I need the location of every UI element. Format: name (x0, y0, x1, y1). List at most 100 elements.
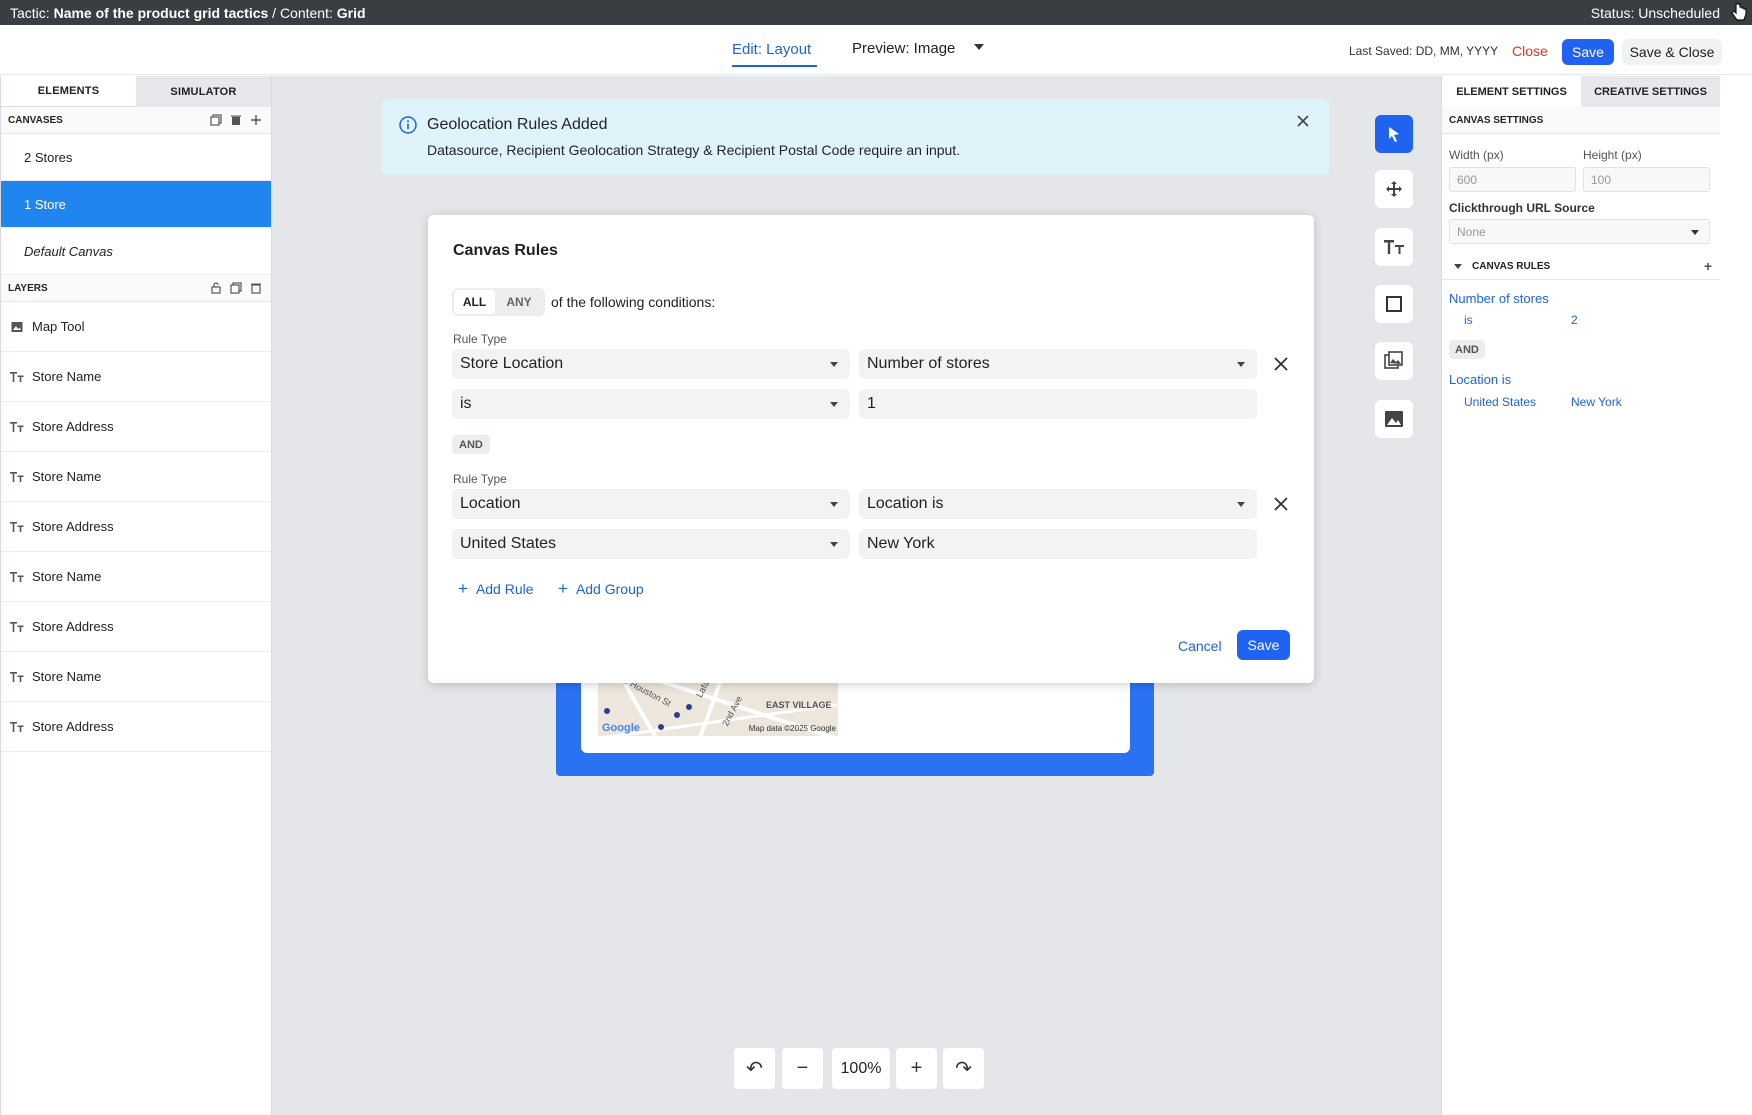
canvas-item[interactable]: 2 Stores (1, 134, 271, 181)
rule-field-select[interactable]: Location is (859, 489, 1257, 519)
text-icon (10, 570, 24, 584)
info-icon (399, 116, 417, 134)
rule-location-is[interactable]: Location is (1449, 372, 1511, 387)
toggle-all[interactable]: ALL (454, 290, 495, 314)
info-banner: Geolocation Rules Added Datasource, Reci… (382, 99, 1329, 175)
layer-item[interactable]: Map Tool (1, 302, 271, 352)
layer-label: Store Address (32, 419, 114, 434)
text-icon (10, 370, 24, 384)
collapse-icon[interactable] (1454, 264, 1462, 269)
zoom-in-button[interactable]: + (896, 1048, 937, 1089)
banner-title: Geolocation Rules Added (427, 116, 608, 133)
rule-number-of-stores[interactable]: Number of stores (1449, 291, 1549, 306)
square-icon (1386, 296, 1402, 312)
add-rule-icon[interactable]: + (1704, 258, 1712, 274)
image-tool[interactable] (1375, 400, 1413, 438)
layer-item[interactable]: Store Name (1, 452, 271, 502)
conditions-text: of the following conditions: (551, 294, 716, 310)
rule-field-select[interactable]: Number of stores (859, 349, 1257, 379)
tab-elements[interactable]: ELEMENTS (1, 76, 136, 107)
layer-item[interactable]: Store Address (1, 602, 271, 652)
layer-item[interactable]: Store Address (1, 402, 271, 452)
rule-type-select[interactable]: Location (452, 489, 850, 519)
duplicate-layer-icon[interactable] (229, 281, 243, 295)
undo-button[interactable]: ↶ (734, 1048, 775, 1089)
canvas-rules-header[interactable]: CANVAS RULES + (1442, 254, 1720, 280)
text-icon (10, 620, 24, 634)
chevron-down-icon[interactable] (974, 44, 984, 50)
layer-item[interactable]: Store Name (1, 552, 271, 602)
map-pin-icon (658, 724, 664, 730)
layer-item[interactable]: Store Address (1, 502, 271, 552)
layer-label: Store Address (32, 519, 114, 534)
text-icon (10, 520, 24, 534)
move-icon (1386, 181, 1402, 197)
lock-icon[interactable] (209, 281, 223, 295)
canvas-settings-header: CANVAS SETTINGS (1442, 107, 1720, 134)
text-tool[interactable] (1375, 228, 1413, 266)
modal-save-button[interactable]: Save (1237, 630, 1290, 660)
tab-edit-layout[interactable]: Edit: Layout (732, 41, 811, 58)
move-tool[interactable] (1375, 170, 1413, 208)
tab-element-settings[interactable]: ELEMENT SETTINGS (1442, 76, 1581, 107)
text-icon (10, 470, 24, 484)
remove-rule-icon[interactable] (1273, 356, 1289, 372)
text-icon (10, 720, 24, 734)
clickthrough-value: None (1457, 224, 1486, 239)
match-toggle: ALL ANY (452, 288, 545, 316)
add-group-button[interactable]: + Add Group (558, 580, 644, 597)
layer-item[interactable]: Store Address (1, 702, 271, 752)
save-button[interactable]: Save (1562, 39, 1614, 65)
plus-icon: + (558, 579, 568, 598)
canvases-header: CANVASES (1, 107, 271, 134)
chevron-down-icon (830, 502, 838, 507)
layers-header: LAYERS (1, 275, 271, 302)
minus-icon: − (796, 1057, 809, 1079)
duplicate-icon[interactable] (209, 113, 223, 127)
operator-select[interactable]: is (452, 389, 850, 419)
zoom-level: 100% (832, 1048, 890, 1089)
layer-item[interactable]: Store Name (1, 652, 271, 702)
shape-tool[interactable] (1375, 285, 1413, 323)
value-input[interactable]: 1 (859, 389, 1257, 419)
redo-button[interactable]: ↷ (943, 1048, 984, 1089)
tab-creative-settings[interactable]: CREATIVE SETTINGS (1581, 76, 1720, 107)
cancel-button[interactable]: Cancel (1178, 638, 1222, 654)
canvas-item-default[interactable]: Default Canvas (1, 228, 271, 275)
chevron-down-icon (830, 362, 838, 367)
country-select[interactable]: United States (452, 529, 850, 559)
image-icon (1385, 411, 1403, 427)
width-label: Width (px) (1449, 148, 1504, 162)
close-button[interactable]: Close (1512, 43, 1548, 59)
height-input[interactable]: 100 (1583, 167, 1710, 192)
canvases-title: CANVASES (8, 114, 63, 126)
rule-type-select[interactable]: Store Location (452, 349, 850, 379)
add-rule-button[interactable]: + Add Rule (458, 580, 534, 597)
plus-icon: + (458, 579, 468, 598)
canvas-item-selected[interactable]: 1 Store (1, 181, 271, 228)
text-icon (10, 670, 24, 684)
select-tool[interactable] (1375, 115, 1413, 153)
preview-dropdown[interactable]: Preview: Image (852, 40, 955, 57)
city-input[interactable]: New York (859, 529, 1257, 559)
zoom-out-button[interactable]: − (782, 1048, 823, 1089)
save-and-close-button[interactable]: Save & Close (1622, 39, 1722, 65)
rule-type-label: Rule Type (453, 332, 507, 346)
tactic-name: Name of the product grid tactics (53, 4, 269, 21)
map-area-label: EAST VILLAGE (766, 700, 832, 710)
width-input[interactable]: 600 (1449, 167, 1576, 192)
remove-rule-icon[interactable] (1273, 496, 1289, 512)
active-tab-underline (732, 65, 817, 67)
gallery-tool[interactable] (1375, 342, 1413, 380)
map-attribution: Map data ©2025 Google (748, 724, 836, 733)
close-icon[interactable] (1295, 113, 1311, 129)
add-canvas-icon[interactable] (249, 113, 263, 127)
toggle-any[interactable]: ANY (495, 290, 543, 314)
clickthrough-select[interactable]: None (1449, 219, 1710, 244)
layer-item[interactable]: Store Name (1, 352, 271, 402)
tab-simulator[interactable]: SIMULATOR (136, 76, 271, 107)
layer-label: Store Name (32, 369, 102, 384)
delete-layer-icon[interactable] (249, 281, 263, 295)
trash-icon[interactable] (229, 113, 243, 127)
rule-field-value: Location is (867, 495, 944, 512)
